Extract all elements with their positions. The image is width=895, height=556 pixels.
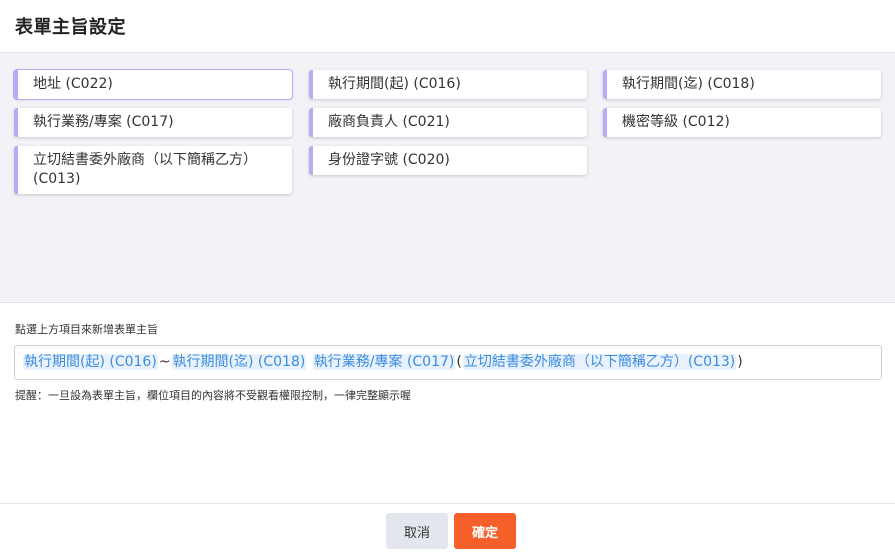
field-options-panel: 地址 (C022) 執行期間(起) (C016) 執行期間(迄) (C018) … xyxy=(0,52,895,303)
field-option-id-number[interactable]: 身份證字號 (C020) xyxy=(309,146,587,175)
subject-token[interactable]: 執行期間(起) (C016) xyxy=(23,354,158,370)
footer-divider xyxy=(0,503,895,504)
subject-input[interactable]: 執行期間(起) (C016) ~ 執行期間(迄) (C018) 執行業務/專案 (C… xyxy=(14,345,882,380)
subject-separator: ~ xyxy=(158,354,171,370)
field-option-vendor-name[interactable]: 立切結書委外廠商（以下簡稱乙方）(C013) xyxy=(14,146,292,194)
subject-separator xyxy=(306,354,312,370)
subject-separator: ( xyxy=(456,354,462,370)
subject-instruction: 點選上方項目來新增表單主旨 xyxy=(15,323,158,336)
field-option-address[interactable]: 地址 (C022) xyxy=(14,70,292,99)
field-option-confidentiality[interactable]: 機密等級 (C012) xyxy=(603,108,881,137)
field-option-period-end[interactable]: 執行期間(迄) (C018) xyxy=(603,70,881,99)
subject-token[interactable]: 立切結書委外廠商（以下簡稱乙方）(C013) xyxy=(462,354,737,370)
subject-token[interactable]: 執行期間(迄) (C018) xyxy=(171,354,307,370)
subject-separator: ) xyxy=(737,354,743,370)
dialog-header: 表單主旨設定 xyxy=(0,0,895,52)
confirm-button[interactable]: 確定 xyxy=(454,513,516,549)
subject-token[interactable]: 執行業務/專案 (C017) xyxy=(312,354,456,370)
field-option-period-start[interactable]: 執行期間(起) (C016) xyxy=(309,70,587,99)
cancel-button[interactable]: 取消 xyxy=(386,513,448,549)
dialog-title: 表單主旨設定 xyxy=(15,17,126,38)
permission-notice: 提醒：一旦設為表單主旨，欄位項目的內容將不受觀看權限控制，一律完整顯示喔 xyxy=(15,389,411,402)
field-option-business-project[interactable]: 執行業務/專案 (C017) xyxy=(14,108,292,137)
field-option-vendor-owner[interactable]: 廠商負責人 (C021) xyxy=(309,108,587,137)
